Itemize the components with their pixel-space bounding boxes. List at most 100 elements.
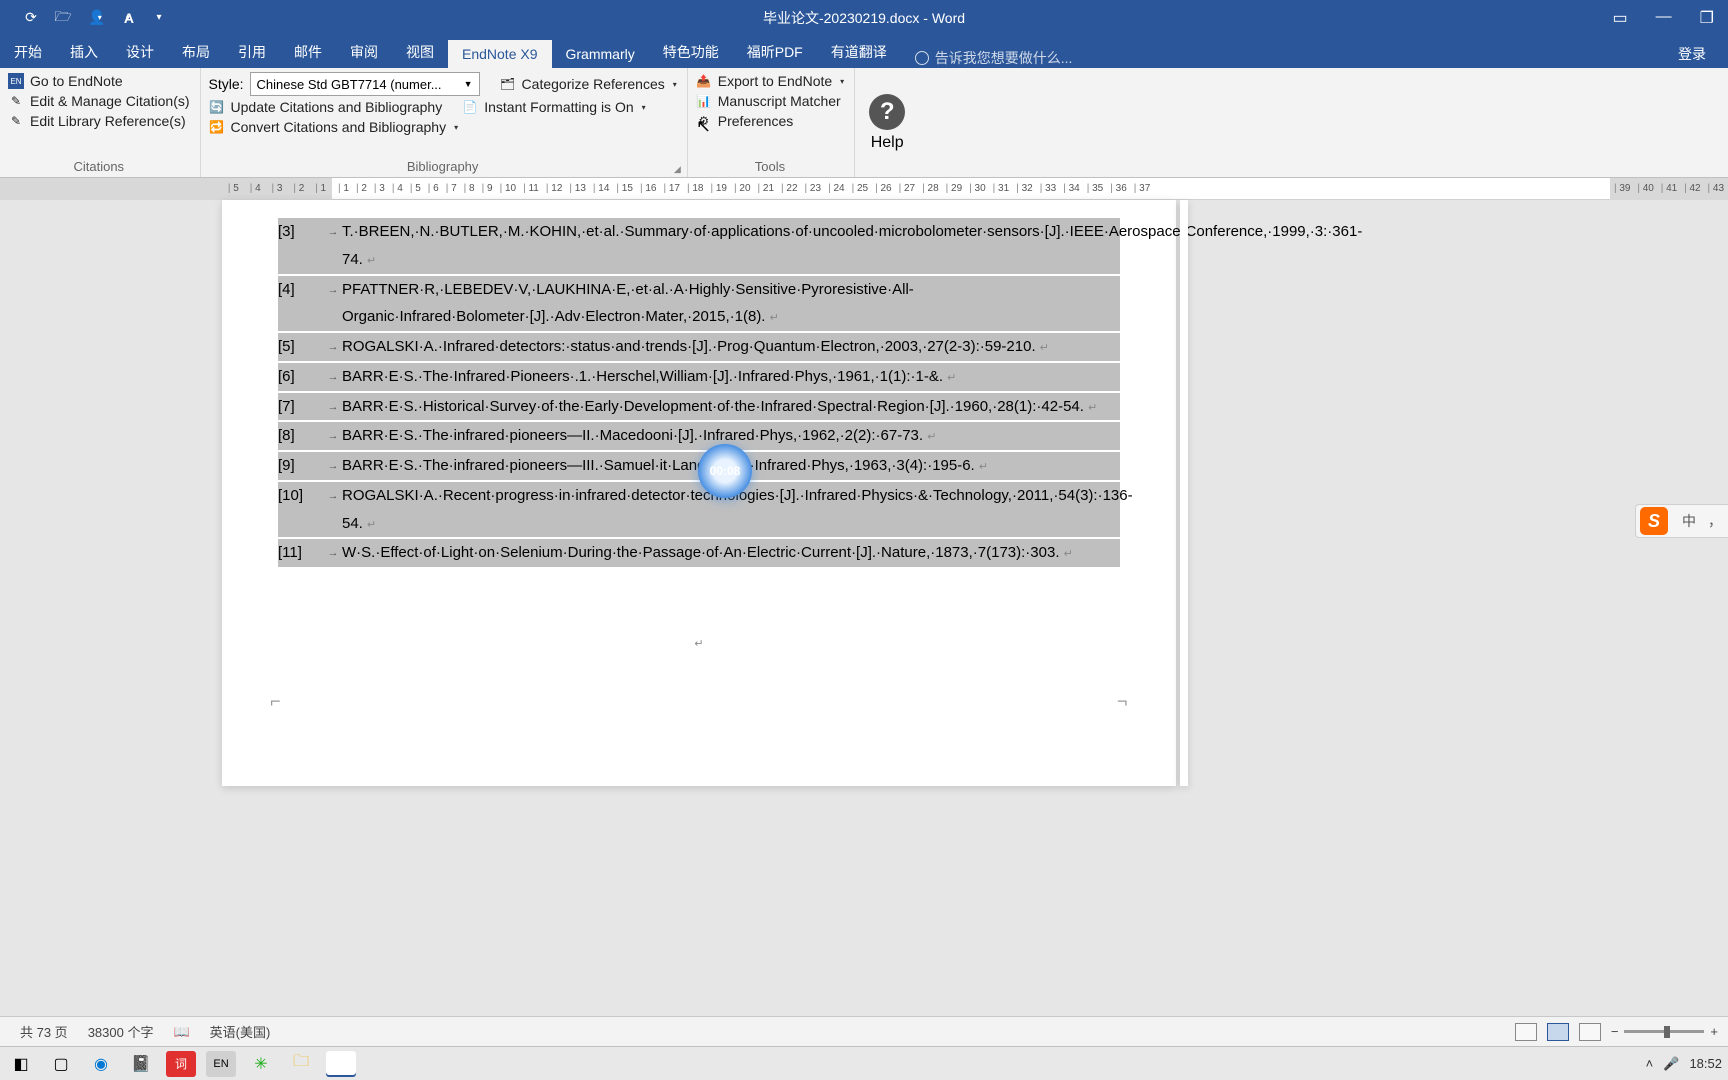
ref-number: [8] <box>278 422 324 450</box>
status-pages[interactable]: 共 73 页 <box>10 1022 78 1041</box>
tab-layout[interactable]: 布局 <box>168 36 224 68</box>
tab-references[interactable]: 引用 <box>224 36 280 68</box>
tb-start-icon[interactable]: ◧ <box>6 1051 36 1077</box>
cmd-edit-citations[interactable]: ✎Edit & Manage Citation(s) <box>8 92 190 110</box>
ref-text: W·S.·Effect·of·Light·on·Selenium·During·… <box>342 539 1120 567</box>
bulb-icon <box>915 51 929 65</box>
status-language[interactable]: 英语(美国) <box>200 1022 281 1041</box>
help-icon: ? <box>869 94 905 130</box>
tab-insert[interactable]: 插入 <box>56 36 112 68</box>
tray-mic-icon[interactable]: 🎤 <box>1663 1056 1679 1072</box>
zoom-slider[interactable] <box>1624 1030 1704 1033</box>
group-label-tools: Tools <box>696 159 844 177</box>
reference-item[interactable]: [10]→ROGALSKI·A.·Recent·progress·in·infr… <box>278 482 1120 538</box>
tab-arrow-icon: → <box>324 482 342 538</box>
tb-word-icon[interactable]: W <box>326 1051 356 1077</box>
cmd-goto-endnote[interactable]: ENGo to EndNote <box>8 72 190 90</box>
zoom-out-icon[interactable]: − <box>1611 1024 1619 1039</box>
cmd-export-endnote[interactable]: 📤Export to EndNote▾ <box>696 72 844 90</box>
refresh-icon[interactable]: ⟳ <box>22 9 40 27</box>
ime-bar[interactable]: S 中 ， <box>1635 504 1728 538</box>
reference-item[interactable]: [4]→PFATTNER·R,·LEBEDEV·V,·LAUKHINA·E,·e… <box>278 276 1120 332</box>
cmd-edit-library[interactable]: ✎Edit Library Reference(s) <box>8 112 190 130</box>
help-label: Help <box>871 134 904 152</box>
ref-number: [9] <box>278 452 324 480</box>
ime-punct[interactable]: ， <box>1702 511 1728 531</box>
reference-item[interactable]: [7]→BARR·E·S.·Historical·Survey·of·the·E… <box>278 393 1120 421</box>
zoom-control[interactable]: − + <box>1611 1024 1718 1039</box>
tab-review[interactable]: 审阅 <box>336 36 392 68</box>
instant-icon: 📄 <box>462 99 478 115</box>
cmd-update-citations[interactable]: 🔄Update Citations and Bibliography <box>209 98 443 116</box>
document-page[interactable]: [3]→T.·BREEN,·N.·BUTLER,·M.·KOHIN,·et·al… <box>222 200 1176 786</box>
tab-foxit[interactable]: 福昕PDF <box>733 36 817 68</box>
font-icon[interactable]: A▾ <box>118 9 136 27</box>
chevron-down-icon: ▾ <box>840 77 844 86</box>
tb-dict-icon[interactable]: 词 <box>166 1051 196 1077</box>
tab-arrow-icon: → <box>324 539 342 567</box>
tab-endnote[interactable]: EndNote X9 <box>448 40 552 68</box>
cmd-preferences[interactable]: ⚙Preferences <box>696 112 844 130</box>
tab-home[interactable]: 开始 <box>0 36 56 68</box>
status-proofing-icon[interactable]: 📖 <box>163 1024 199 1040</box>
tell-me-text: 告诉我您想要做什么... <box>935 48 1073 68</box>
open-icon[interactable]: 🗁 <box>54 9 72 27</box>
view-print-layout[interactable] <box>1547 1023 1569 1041</box>
reference-item[interactable]: [6]→BARR·E·S.·The·Infrared·Pioneers·.1.·… <box>278 363 1120 391</box>
reference-item[interactable]: [3]→T.·BREEN,·N.·BUTLER,·M.·KOHIN,·et·al… <box>278 218 1120 274</box>
style-dropdown[interactable]: Chinese Std GBT7714 (numer...▼ <box>250 72 480 96</box>
ribbon-options-icon[interactable]: ▭ <box>1613 8 1628 28</box>
next-page-edge <box>1180 200 1188 786</box>
ref-number: [11] <box>278 539 324 567</box>
system-tray: ˄ 🎤 18:52 <box>1646 1056 1722 1072</box>
tab-mail[interactable]: 邮件 <box>280 36 336 68</box>
tell-me[interactable]: 告诉我您想要做什么... <box>901 48 1073 68</box>
tab-grammarly[interactable]: Grammarly <box>552 40 649 68</box>
tab-view[interactable]: 视图 <box>392 36 448 68</box>
recording-timer-badge: 00:08 <box>698 444 752 498</box>
view-read-mode[interactable] <box>1515 1023 1537 1041</box>
ime-lang[interactable]: 中 <box>1676 511 1702 531</box>
tab-youdao[interactable]: 有道翻译 <box>817 36 901 68</box>
tb-edge-icon[interactable]: ◉ <box>86 1051 116 1077</box>
reference-item[interactable]: [11]→W·S.·Effect·of·Light·on·Selenium·Du… <box>278 539 1120 567</box>
export-icon: 📤 <box>696 73 712 89</box>
cmd-instant-formatting[interactable]: 📄Instant Formatting is On▾ <box>462 98 645 116</box>
chevron-down-icon: ▾ <box>642 103 646 112</box>
maximize-icon[interactable]: ❐ <box>1700 8 1714 28</box>
window-controls: ▭ — ❐ <box>1613 8 1728 28</box>
person-icon[interactable]: 👤▾ <box>86 9 104 27</box>
tab-special[interactable]: 特色功能 <box>649 36 733 68</box>
group-citations: ENGo to EndNote ✎Edit & Manage Citation(… <box>0 68 201 177</box>
chevron-down-icon: ▼ <box>464 79 473 89</box>
tray-chevron-icon[interactable]: ˄ <box>1646 1056 1654 1071</box>
cmd-help[interactable]: ? Help <box>855 68 919 177</box>
zoom-in-icon[interactable]: + <box>1710 1024 1718 1039</box>
dialog-launcher-icon[interactable]: ◢ <box>674 164 681 175</box>
tb-taskview-icon[interactable]: ▢ <box>46 1051 76 1077</box>
qat-customize-icon[interactable]: ▾ <box>150 9 168 27</box>
ribbon-tabs: 开始 插入 设计 布局 引用 邮件 审阅 视图 EndNote X9 Gramm… <box>0 35 1728 68</box>
chevron-down-icon: ▾ <box>454 123 458 132</box>
reference-item[interactable]: [5]→ROGALSKI·A.·Infrared·detectors:·stat… <box>278 333 1120 361</box>
cmd-convert-citations[interactable]: 🔁Convert Citations and Bibliography▾ <box>209 118 677 136</box>
tb-wechat-icon[interactable]: ✳ <box>246 1051 276 1077</box>
view-web-layout[interactable] <box>1579 1023 1601 1041</box>
minimize-icon[interactable]: — <box>1656 8 1672 28</box>
ref-number: [6] <box>278 363 324 391</box>
tray-clock[interactable]: 18:52 <box>1689 1056 1722 1071</box>
tb-notepad-icon[interactable]: 📓 <box>126 1051 156 1077</box>
cmd-categorize[interactable]: 🗂Categorize References▾ <box>500 75 677 93</box>
reference-item[interactable]: [8]→BARR·E·S.·The·infrared·pioneers—II.·… <box>278 422 1120 450</box>
tab-design[interactable]: 设计 <box>112 36 168 68</box>
tb-en-icon[interactable]: EN <box>206 1051 236 1077</box>
tab-arrow-icon: → <box>324 393 342 421</box>
ruler[interactable]: | 5| 4| 3| 2| 1 | 1| 2| 3| 4| 5| 6| 7| 8… <box>0 178 1728 200</box>
login-link[interactable]: 登录 <box>1678 44 1728 68</box>
page-corner-mark: ⌐ <box>270 691 281 712</box>
cmd-manuscript-matcher[interactable]: 📊Manuscript Matcher <box>696 92 844 110</box>
tb-explorer-icon[interactable]: 🗀 <box>286 1051 316 1077</box>
style-label: Style: <box>209 76 244 92</box>
status-words[interactable]: 38300 个字 <box>78 1022 164 1041</box>
group-label-bibliography: Bibliography◢ <box>209 159 677 177</box>
